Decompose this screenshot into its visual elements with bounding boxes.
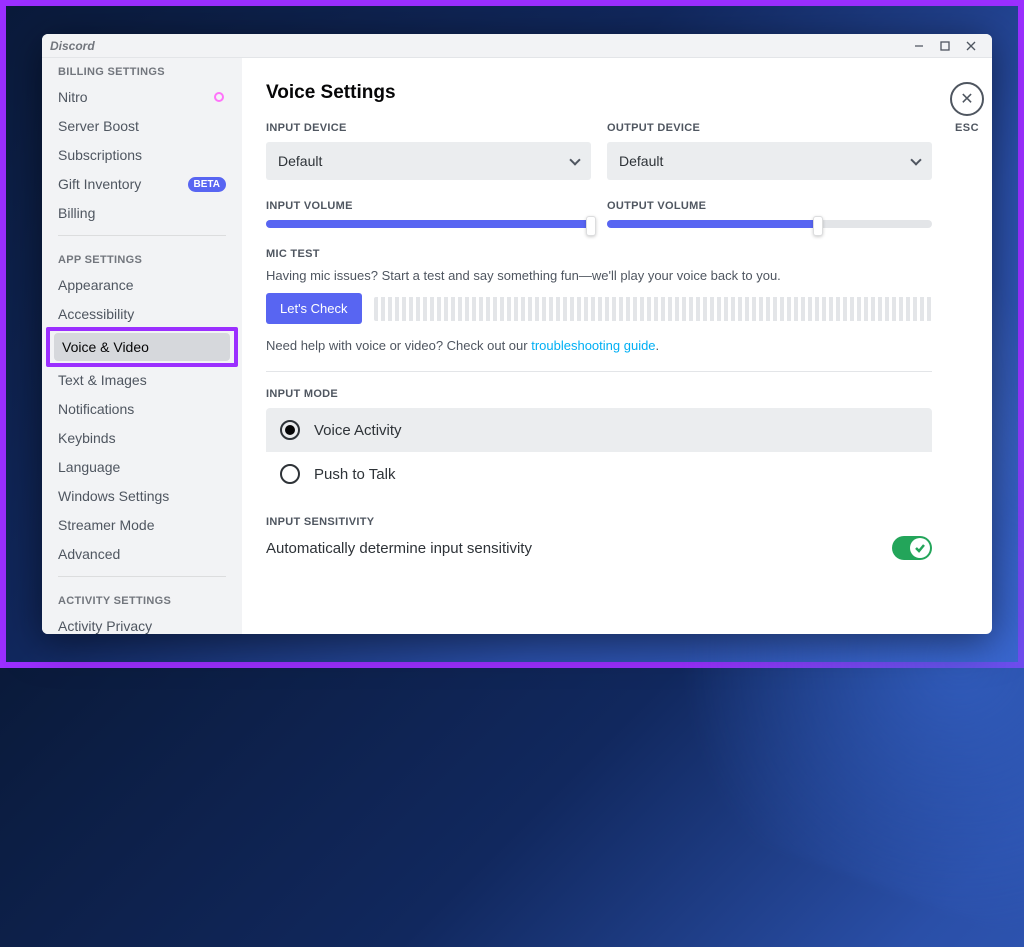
help-text: Need help with voice or video? Check out… (266, 338, 932, 353)
mic-level-meter (374, 297, 932, 321)
minimize-button[interactable] (906, 41, 932, 51)
nitro-icon (212, 90, 226, 104)
input-mode-voice-activity[interactable]: Voice Activity (266, 408, 932, 452)
sidebar-item-activity-privacy[interactable]: Activity Privacy (50, 612, 234, 634)
sidebar-divider (58, 235, 226, 236)
output-device-select[interactable]: Default (607, 142, 932, 180)
section-app-title: APP SETTINGS (50, 244, 234, 270)
input-device-value: Default (278, 153, 322, 169)
settings-sidebar: BILLING SETTINGS Nitro Server Boost Subs… (42, 58, 242, 634)
sidebar-item-gift-inventory[interactable]: Gift Inventory BETA (50, 170, 234, 198)
sidebar-item-appearance[interactable]: Appearance (50, 271, 234, 299)
section-billing-title: BILLING SETTINGS (50, 58, 234, 82)
toggle-knob (910, 538, 930, 558)
sidebar-item-server-boost[interactable]: Server Boost (50, 112, 234, 140)
sidebar-item-keybinds[interactable]: Keybinds (50, 424, 234, 452)
lets-check-button[interactable]: Let's Check (266, 293, 362, 324)
discord-settings-window: Discord BILLING SETTINGS Nitro Server Bo… (42, 34, 992, 634)
mic-test-label: MIC TEST (266, 248, 932, 260)
output-volume-label: OUTPUT VOLUME (607, 200, 932, 212)
slider-thumb[interactable] (813, 216, 823, 236)
settings-content: ✕ ESC Voice Settings INPUT DEVICE Defaul… (242, 58, 992, 634)
beta-badge: BETA (188, 177, 226, 192)
sidebar-item-language[interactable]: Language (50, 453, 234, 481)
slider-thumb[interactable] (586, 216, 596, 236)
content-divider (266, 371, 932, 372)
app-name: Discord (50, 39, 95, 53)
input-mode-label: INPUT MODE (266, 388, 932, 400)
output-device-label: OUTPUT DEVICE (607, 122, 932, 134)
chevron-down-icon (910, 154, 921, 165)
close-icon: ✕ (960, 89, 973, 109)
input-mode-radio-group: Voice Activity Push to Talk (266, 408, 932, 496)
sidebar-divider (58, 576, 226, 577)
highlight-voice-video: Voice & Video (46, 327, 238, 367)
sidebar-item-voice-video[interactable]: Voice & Video (54, 333, 230, 361)
section-activity-title: ACTIVITY SETTINGS (50, 585, 234, 611)
maximize-button[interactable] (932, 41, 958, 51)
radio-icon (280, 464, 300, 484)
input-volume-slider[interactable] (266, 220, 591, 228)
sidebar-item-advanced[interactable]: Advanced (50, 540, 234, 568)
sidebar-item-text-images[interactable]: Text & Images (50, 366, 234, 394)
input-device-select[interactable]: Default (266, 142, 591, 180)
auto-sensitivity-toggle[interactable] (892, 536, 932, 560)
mic-test-hint: Having mic issues? Start a test and say … (266, 268, 932, 283)
sidebar-item-notifications[interactable]: Notifications (50, 395, 234, 423)
input-device-label: INPUT DEVICE (266, 122, 591, 134)
page-title: Voice Settings (266, 82, 932, 104)
troubleshooting-link[interactable]: troubleshooting guide (531, 338, 655, 353)
radio-icon (280, 420, 300, 440)
output-volume-slider[interactable] (607, 220, 932, 228)
sidebar-item-accessibility[interactable]: Accessibility (50, 300, 234, 328)
sidebar-item-windows-settings[interactable]: Windows Settings (50, 482, 234, 510)
input-mode-push-to-talk[interactable]: Push to Talk (266, 452, 932, 496)
input-volume-label: INPUT VOLUME (266, 200, 591, 212)
sidebar-item-streamer-mode[interactable]: Streamer Mode (50, 511, 234, 539)
sidebar-item-nitro[interactable]: Nitro (50, 83, 234, 111)
auto-sensitivity-label: Automatically determine input sensitivit… (266, 540, 532, 557)
close-button[interactable] (958, 41, 984, 51)
output-device-value: Default (619, 153, 663, 169)
sidebar-item-billing[interactable]: Billing (50, 199, 234, 227)
chevron-down-icon (569, 154, 580, 165)
close-settings-button[interactable]: ✕ ESC (950, 82, 984, 134)
titlebar: Discord (42, 34, 992, 58)
esc-label: ESC (955, 122, 979, 134)
input-sensitivity-label: INPUT SENSITIVITY (266, 516, 932, 528)
sidebar-item-subscriptions[interactable]: Subscriptions (50, 141, 234, 169)
